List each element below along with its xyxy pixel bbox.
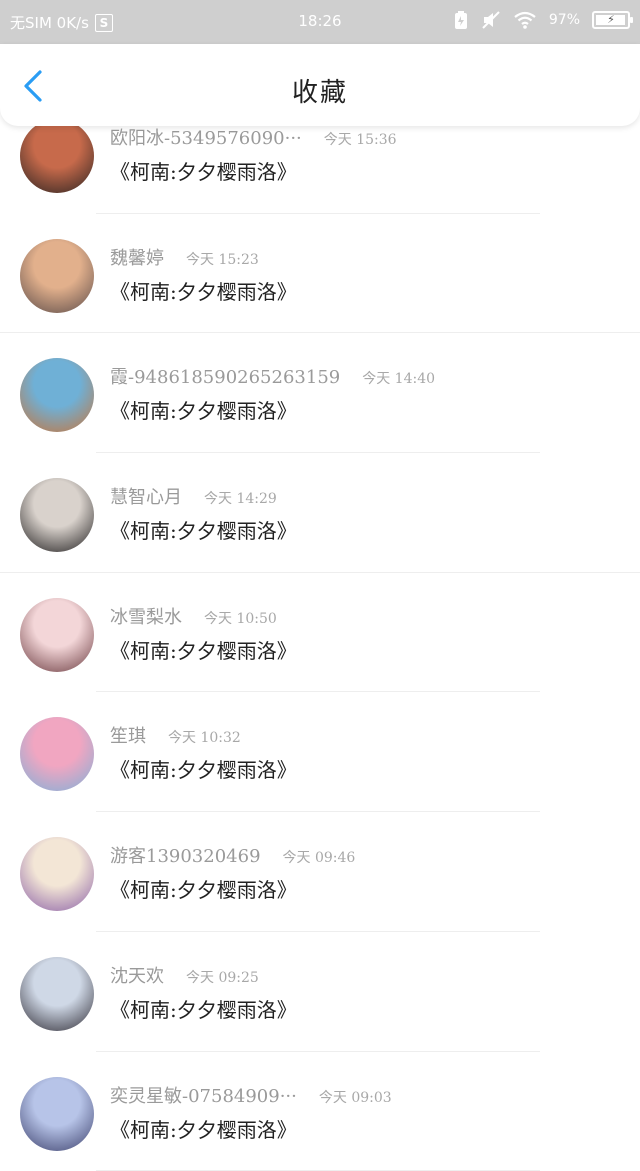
status-right: 97% ⚡ (453, 10, 630, 30)
avatar-image (20, 957, 94, 1031)
meta-line: 沈天欢 今天 09:25 (110, 962, 259, 988)
item-time: 今天 14:40 (362, 371, 435, 387)
status-bar: 无SIM 0K/s S 18:26 97% ⚡ (0, 0, 640, 44)
avatar[interactable] (20, 717, 94, 791)
meta-line: 慧智心月 今天 14:29 (110, 483, 277, 509)
header: 收藏 (0, 44, 640, 126)
meta-line: 欧阳冰-5349576090··· 今天 15:36 (110, 124, 397, 150)
avatar-image (20, 1077, 94, 1151)
item-time: 今天 14:29 (204, 491, 277, 507)
avatar-image (20, 239, 94, 313)
sender-name: 慧智心月 (110, 487, 182, 508)
sender-name: 奕灵星敏-07584909··· (110, 1086, 297, 1107)
sender-name: 魏馨婷 (110, 248, 164, 269)
sender-name: 冰雪梨水 (110, 607, 182, 628)
sender-name: 霞-948618590265263159 (110, 367, 340, 388)
favorites-list: 欧阳冰-5349576090···今天 15:36《柯南:夕夕樱雨洛》魏馨婷今天… (0, 96, 640, 1171)
message-text: 《柯南:夕夕樱雨洛》 (110, 276, 297, 305)
avatar[interactable] (20, 598, 94, 672)
list-item[interactable]: 奕灵星敏-07584909··· 今天 09:03 《柯南:夕夕樱雨洛》 (0, 1052, 640, 1171)
message-text: 《柯南:夕夕樱雨洛》 (110, 635, 297, 664)
sender-name: 欧阳冰-5349576090··· (110, 128, 302, 149)
avatar[interactable] (20, 119, 94, 193)
message-text: 《柯南:夕夕樱雨洛》 (110, 156, 297, 185)
message-text: 《柯南:夕夕樱雨洛》 (110, 395, 297, 424)
message-text: 《柯南:夕夕樱雨洛》 (110, 874, 297, 903)
battery-saver-icon (453, 10, 469, 30)
sender-name: 游客1390320469 (110, 846, 261, 867)
message-text: 《柯南:夕夕樱雨洛》 (110, 515, 297, 544)
list-item[interactable]: 魏馨婷 今天 15:23 《柯南:夕夕樱雨洛》 (0, 214, 640, 334)
avatar-image (20, 478, 94, 552)
item-time: 今天 10:32 (168, 730, 241, 746)
item-time: 今天 10:50 (204, 611, 277, 627)
avatar[interactable] (20, 478, 94, 552)
avatar-image (20, 717, 94, 791)
item-time: 今天 15:23 (186, 252, 259, 268)
item-time: 今天 09:46 (283, 850, 356, 866)
meta-line: 奕灵星敏-07584909··· 今天 09:03 (110, 1082, 392, 1108)
avatar[interactable] (20, 957, 94, 1031)
list-item[interactable]: 沈天欢 今天 09:25 《柯南:夕夕樱雨洛》 (0, 932, 640, 1052)
list-item[interactable]: 游客1390320469 今天 09:46 《柯南:夕夕樱雨洛》 (0, 812, 640, 932)
avatar[interactable] (20, 239, 94, 313)
item-time: 今天 09:25 (186, 970, 259, 986)
avatar[interactable] (20, 837, 94, 911)
message-text: 《柯南:夕夕樱雨洛》 (110, 754, 297, 783)
avatar-image (20, 837, 94, 911)
list-item[interactable]: 霞-948618590265263159 今天 14:40 《柯南:夕夕樱雨洛》 (0, 333, 640, 453)
list-item[interactable]: 慧智心月 今天 14:29 《柯南:夕夕樱雨洛》 (0, 453, 640, 573)
message-text: 《柯南:夕夕樱雨洛》 (110, 994, 297, 1023)
charging-bolt-icon: ⚡ (594, 13, 628, 27)
wifi-icon (513, 10, 537, 30)
list-item[interactable]: 笙琪 今天 10:32 《柯南:夕夕樱雨洛》 (0, 692, 640, 812)
battery-percent: 97% (549, 12, 580, 28)
avatar[interactable] (20, 358, 94, 432)
meta-line: 笙琪 今天 10:32 (110, 722, 241, 748)
avatar-image (20, 119, 94, 193)
list-item[interactable]: 冰雪梨水 今天 10:50 《柯南:夕夕樱雨洛》 (0, 573, 640, 693)
battery-icon: ⚡ (592, 11, 630, 29)
page-title: 收藏 (0, 72, 640, 109)
meta-line: 魏馨婷 今天 15:23 (110, 244, 259, 270)
avatar-image (20, 358, 94, 432)
sender-name: 沈天欢 (110, 966, 164, 987)
item-time: 今天 09:03 (319, 1090, 392, 1106)
avatar-image (20, 598, 94, 672)
item-time: 今天 15:36 (324, 132, 397, 148)
meta-line: 游客1390320469 今天 09:46 (110, 842, 355, 868)
meta-line: 冰雪梨水 今天 10:50 (110, 603, 277, 629)
meta-line: 霞-948618590265263159 今天 14:40 (110, 363, 435, 389)
sender-name: 笙琪 (110, 726, 146, 747)
avatar[interactable] (20, 1077, 94, 1151)
message-text: 《柯南:夕夕樱雨洛》 (110, 1114, 297, 1143)
mute-icon (481, 10, 501, 30)
